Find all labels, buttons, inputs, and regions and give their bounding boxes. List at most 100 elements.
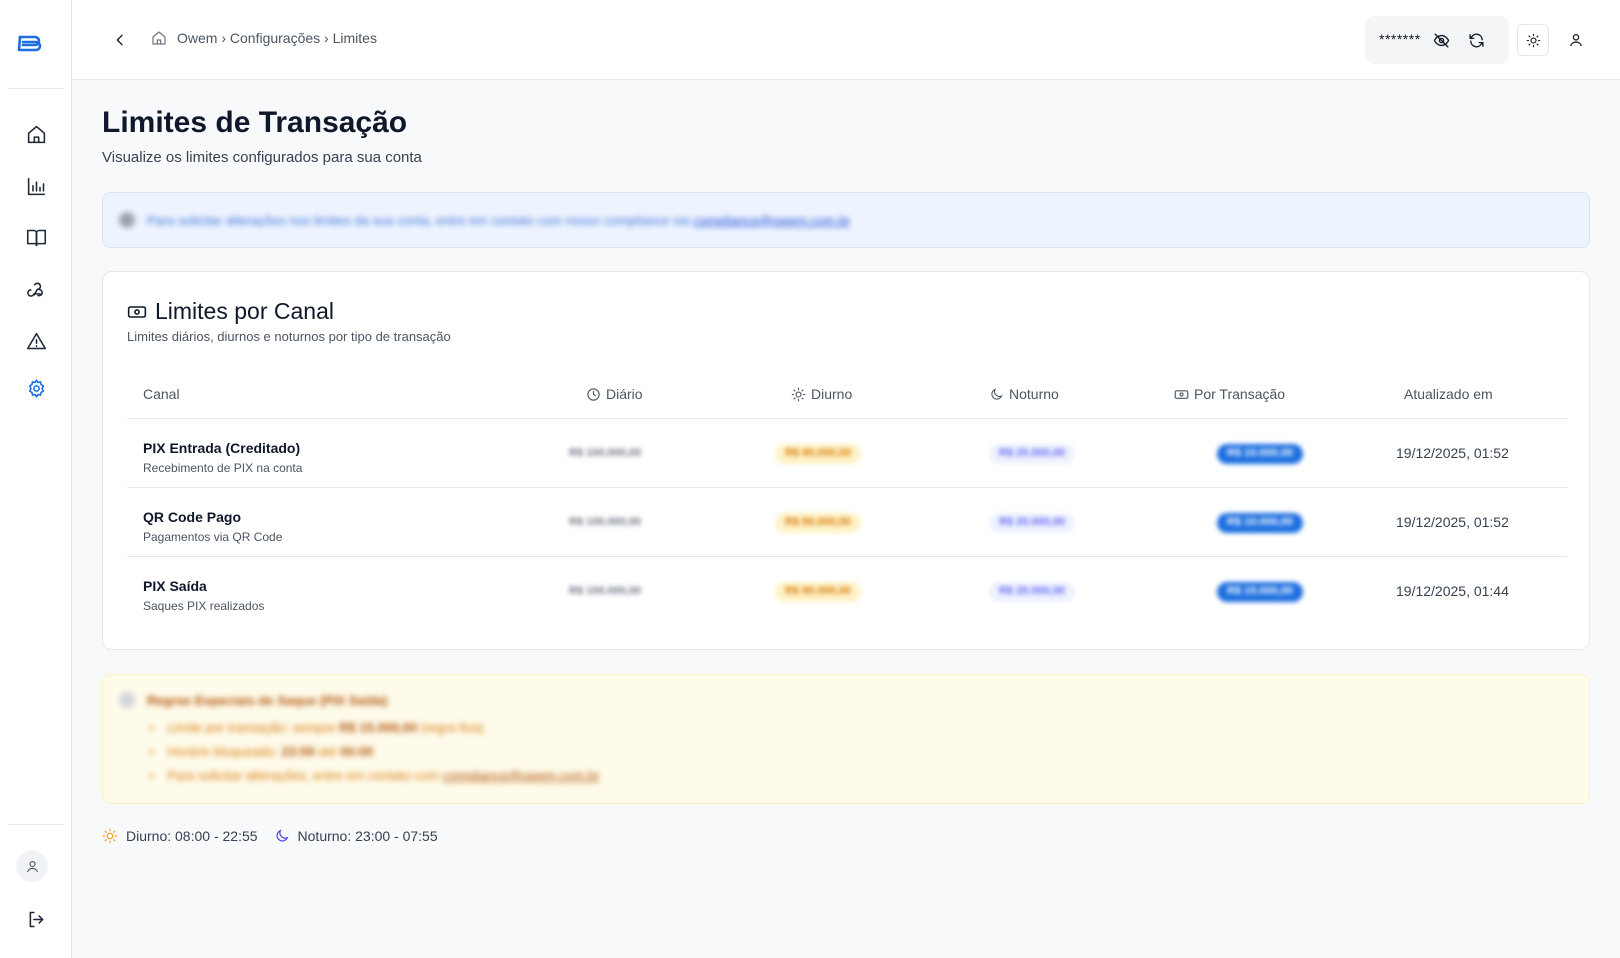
banner-content: Para solicitar alterações nos limites da… (119, 212, 850, 228)
sidebar-item-logout[interactable] (22, 905, 50, 933)
table-row[interactable]: QR Code Pago Pagamentos via QR Code R$ 1… (103, 488, 1591, 556)
gear-icon (28, 378, 44, 398)
channel-name: QR Code Pago (143, 509, 242, 525)
compliance-info-banner: Para solicitar alterações nos limites da… (102, 192, 1590, 248)
user-icon (26, 860, 38, 872)
column-label: Atualizado em (1404, 386, 1493, 402)
channel-limits-card: Limites por Canal Limites diários, diurn… (102, 271, 1590, 650)
page-subtitle: Visualize os limites configurados para s… (102, 149, 422, 166)
app-logo[interactable] (14, 28, 44, 58)
user-icon (1570, 34, 1582, 47)
balance-pill: ******* (1365, 16, 1509, 64)
sidebar-divider (9, 88, 63, 89)
book-open-icon (26, 229, 46, 246)
daily-limit-value: R$ 100.000,00 (569, 516, 642, 528)
info-icon (119, 212, 135, 228)
sidebar-item-docs[interactable] (22, 223, 50, 251)
compliance-email-link[interactable]: compliance@owem.com.br (443, 768, 600, 783)
updated-at: 19/12/2025, 01:52 (1396, 514, 1509, 530)
withdrawal-rules-banner: Regras Especiais de Saque (PIX Saída) Li… (102, 674, 1590, 804)
rule-text: Limite por transação: sempre (167, 720, 336, 735)
top-header: Owem › Configurações › Limites ******* (72, 0, 1620, 80)
home-icon (27, 125, 45, 143)
banknote-icon (127, 305, 147, 318)
period-legend: Diurno: 08:00 - 22:55 Noturno: 23:00 - 0… (102, 828, 438, 844)
eye-off-icon (1433, 32, 1449, 48)
card-title: Limites por Canal (155, 298, 334, 324)
per-transaction-badge: R$ 10.000,00 (1217, 513, 1304, 533)
channel-name: PIX Entrada (Creditado) (143, 440, 301, 456)
channel-description: Pagamentos via QR Code (143, 530, 283, 544)
rule-item: Limite por transação: sempre R$ 15.000,0… (149, 720, 484, 735)
page-title: Limites de Transação (102, 106, 408, 139)
night-limit-badge: R$ 20.000,00 (989, 513, 1076, 533)
column-header-por-transacao[interactable]: Por Transação (1174, 386, 1285, 402)
sidebar-item-reports[interactable] (22, 172, 50, 200)
home-icon[interactable] (151, 30, 167, 46)
rule-amount: R$ 15.000,00 (339, 720, 418, 735)
moon-icon (276, 829, 289, 842)
sidebar-profile-avatar[interactable] (16, 850, 48, 882)
masked-balance: ******* (1379, 31, 1421, 47)
card-subtitle: Limites diários, diurnos e noturnos por … (127, 329, 451, 344)
sidebar-item-home[interactable] (22, 120, 50, 148)
column-label: Por Transação (1194, 386, 1286, 402)
table-row[interactable]: PIX Entrada (Creditado) Recebimento de P… (103, 419, 1591, 487)
column-header-diurno[interactable]: Diurno (791, 386, 852, 402)
toggle-visibility-button[interactable] (1430, 29, 1452, 51)
column-header-diario[interactable]: Diário (586, 386, 643, 402)
sun-icon (791, 387, 806, 401)
logout-icon (29, 911, 43, 927)
column-header-atualizado[interactable]: Atualizado em (1404, 386, 1493, 402)
updated-at: 19/12/2025, 01:52 (1396, 445, 1509, 461)
breadcrumb: Owem › Configurações › Limites (151, 30, 377, 46)
rule-item: Horário bloqueado: 23:59 até 00:00 (149, 744, 373, 759)
breadcrumb-text[interactable]: Owem › Configurações › Limites (177, 30, 377, 46)
back-button[interactable] (108, 28, 132, 52)
night-limit-badge: R$ 20.000,00 (989, 444, 1076, 464)
info-icon (119, 692, 135, 708)
column-label: Diário (606, 386, 643, 402)
column-header-noturno[interactable]: Noturno (989, 386, 1059, 402)
sun-icon (1526, 33, 1540, 47)
compliance-email-link[interactable]: compliance@owem.com.br (693, 213, 850, 228)
table-row[interactable]: PIX Saída Saques PIX realizados R$ 100.0… (103, 557, 1591, 625)
column-header-canal[interactable]: Canal (143, 386, 180, 402)
sidebar-divider (9, 824, 63, 825)
sidebar-item-alerts[interactable] (22, 327, 50, 355)
logo-icon (17, 35, 42, 52)
refresh-icon (1468, 33, 1484, 47)
rule-text: Para solicitar alterações, entre em cont… (167, 768, 439, 783)
sidebar-item-webhooks[interactable] (22, 275, 50, 303)
channel-name: PIX Saída (143, 578, 207, 594)
per-transaction-badge: R$ 10.000,00 (1217, 444, 1304, 464)
rule-note: (regra fixa) (420, 720, 484, 735)
sun-icon (102, 828, 118, 844)
updated-at: 19/12/2025, 01:44 (1396, 583, 1509, 599)
rule-time-start: 23:59 (281, 744, 315, 759)
column-label: Noturno (1009, 386, 1059, 402)
rules-title: Regras Especiais de Saque (PIX Saída) (147, 693, 388, 708)
column-label: Diurno (811, 386, 853, 402)
night-limit-badge: R$ 20.000,00 (989, 582, 1076, 602)
banner-message: Para solicitar alterações nos limites da… (147, 212, 690, 228)
channel-description: Recebimento de PIX na conta (143, 461, 303, 475)
rule-text: Horário bloqueado: (167, 744, 278, 759)
alert-triangle-icon (26, 332, 46, 349)
chevron-left-icon (116, 34, 123, 46)
webhook-icon (26, 282, 43, 297)
moon-icon (991, 387, 1003, 400)
bar-chart-icon (27, 177, 45, 195)
rule-time-end: 00:00 (339, 744, 374, 759)
day-limit-badge: R$ 80.000,00 (775, 582, 862, 602)
rule-text: até (318, 744, 337, 759)
user-menu-button[interactable] (1564, 28, 1588, 52)
clock-icon (587, 387, 600, 401)
card-header: Limites por Canal (127, 298, 334, 325)
rule-item: Para solicitar alterações, entre em cont… (149, 768, 599, 783)
legend-day: Diurno: 08:00 - 22:55 (126, 828, 258, 844)
refresh-button[interactable] (1465, 29, 1487, 51)
sidebar-item-settings[interactable] (22, 374, 50, 402)
day-limit-badge: R$ 80.000,00 (775, 444, 862, 464)
theme-toggle-button[interactable] (1517, 24, 1549, 56)
